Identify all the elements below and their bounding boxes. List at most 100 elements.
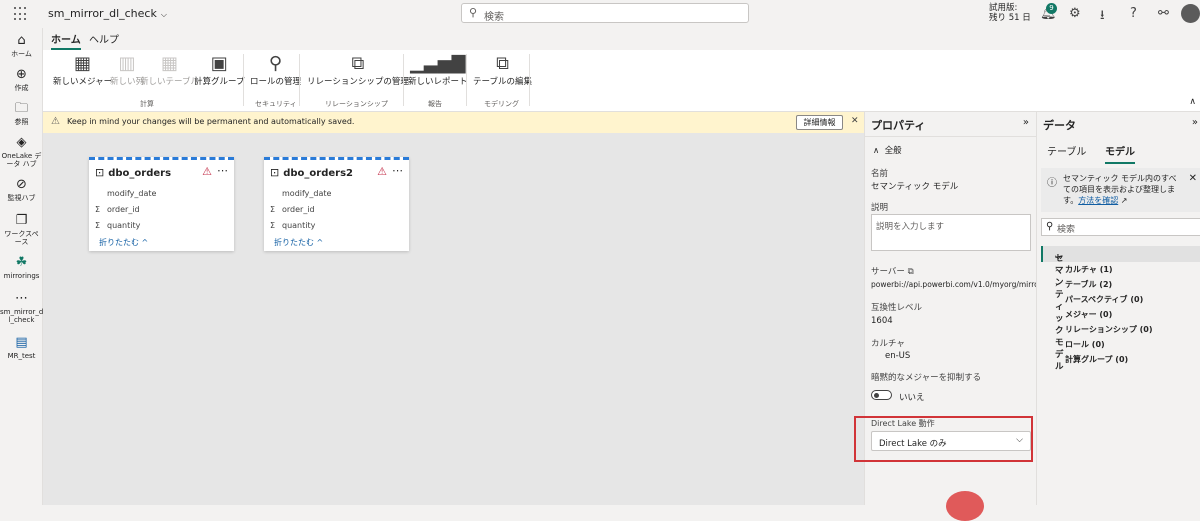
app-launcher-icon[interactable] [14, 7, 28, 21]
manage-relationships-button[interactable]: ⧉ リレーションシップの管理 [307, 53, 409, 87]
workspace-item-title[interactable]: sm_mirror_dl_check ⌵ [48, 7, 167, 20]
properties-title: プロパティ [871, 119, 926, 132]
ribbon-divider [243, 54, 244, 106]
copy-icon[interactable]: ⧉ [908, 267, 914, 277]
field-row[interactable]: Σquantity [95, 221, 140, 230]
app-title-text: sm_mirror_dl_check [48, 7, 157, 20]
table-card-dbo-orders[interactable]: ⊡ dbo_orders ⚠ ⋯ modify_date Σorder_id Σq… [89, 157, 234, 251]
tree-item-tables[interactable]: › テーブル (2) [1055, 279, 1112, 290]
relationship-icon: ⧉ [351, 53, 365, 74]
table-name: dbo_orders2 [283, 168, 353, 179]
close-icon[interactable]: ✕ [851, 116, 859, 126]
avatar[interactable] [1181, 4, 1200, 23]
nav-item-semantic-model[interactable]: ⋯ sm_mirror_d l_check [0, 292, 43, 325]
tab-help[interactable]: ヘルプ [89, 31, 119, 46]
ribbon-divider [299, 54, 300, 106]
tab-home[interactable]: ホーム [51, 31, 81, 50]
ribbon-divider [529, 54, 530, 106]
field-row[interactable]: Σquantity [270, 221, 315, 230]
nav-item-monitor[interactable]: ⊘ 監視ハブ [0, 177, 43, 203]
field-name: order_id [282, 205, 315, 214]
share-icon[interactable]: ⚯ [1158, 6, 1169, 21]
sigma-icon: Σ [270, 205, 276, 214]
model-canvas[interactable]: ⊡ dbo_orders ⚠ ⋯ modify_date Σorder_id Σq… [43, 133, 864, 505]
search-input[interactable]: ⚲ 検索 [461, 3, 749, 23]
tree-item-cultures[interactable]: › カルチャ (1) [1055, 264, 1113, 275]
nav-label: 作成 [14, 84, 29, 92]
search-placeholder: 検索 [484, 12, 504, 23]
create-icon: ⊕ [16, 67, 27, 82]
edit-tables-button[interactable]: ⧉ テーブルの編集 [473, 53, 532, 87]
expand-pane-icon[interactable]: » [1192, 117, 1198, 128]
tree-item-label: カルチャ (1) [1065, 265, 1113, 274]
table-icon: ⊡ [270, 166, 280, 179]
sigma-icon: Σ [270, 221, 276, 230]
collapse-ribbon-icon[interactable]: ∧ [1189, 97, 1196, 107]
learn-more-link[interactable]: 方法を確認 [1078, 196, 1118, 205]
tree-item-calc-groups[interactable]: 計算グループ (0) [1065, 354, 1128, 365]
tree-item-roles[interactable]: ロール (0) [1065, 339, 1105, 350]
calc-group-button[interactable]: ▣ 計算グループ [194, 53, 245, 87]
table-name: dbo_orders [108, 168, 172, 179]
tree-item-measures[interactable]: メジャー (0) [1065, 309, 1112, 320]
expand-pane-icon[interactable]: » [1023, 117, 1029, 128]
tree-root-semantic-model[interactable]: ⌵ セマンティック モデル [1041, 246, 1200, 372]
workspace-icon: ❐ [15, 213, 28, 228]
warning-banner: ⚠ Keep in mind your changes will be perm… [43, 112, 864, 133]
field-row[interactable]: modify_date [270, 189, 331, 198]
data-search-input[interactable]: ⚲ 検索 [1041, 218, 1200, 236]
external-link-icon: ↗ [1118, 196, 1128, 205]
collapse-link[interactable]: 折りたたむ ^ [274, 237, 323, 248]
nav-item-onelake[interactable]: ◈ OneLake デ ータ ハブ [0, 135, 43, 169]
tree-item-label: テーブル (2) [1065, 280, 1113, 289]
description-label: 説明 [871, 203, 889, 213]
nav-item-create[interactable]: ⊕ 作成 [0, 67, 43, 93]
trial-status[interactable]: 試用版: 残り 51 日 [989, 3, 1031, 23]
group-label-relationships: リレーションシップ [325, 100, 388, 108]
onelake-icon: ◈ [16, 135, 27, 150]
gear-icon[interactable]: ⚙ [1069, 6, 1081, 21]
close-icon[interactable]: ✕ [1189, 173, 1197, 184]
highlight-box [854, 416, 1033, 462]
field-row[interactable]: modify_date [95, 189, 156, 198]
implicit-measures-toggle[interactable] [871, 390, 892, 400]
tab-model[interactable]: モデル [1105, 143, 1135, 164]
mirrorings-icon: ☘ [15, 255, 28, 270]
new-measure-button[interactable]: ▦ 新しいメジャー [53, 53, 112, 87]
nav-item-browse[interactable]: 🗀 参照 [0, 101, 43, 127]
description-field[interactable]: 説明を入力します [871, 214, 1031, 251]
nav-item-report[interactable]: ▤ MR_test [0, 335, 43, 361]
search-placeholder: 検索 [1057, 225, 1076, 235]
new-table-button[interactable]: ▦ 新しいテーブル [140, 53, 199, 87]
section-general[interactable]: ∧ 全般 [873, 144, 902, 156]
table-icon: ⊡ [95, 166, 105, 179]
tab-tables[interactable]: テーブル [1047, 143, 1086, 158]
nav-item-home[interactable]: ⌂ ホーム [0, 34, 43, 59]
download-icon[interactable]: ⭳ [1100, 6, 1105, 28]
implicit-measures-label: 暗黙的なメジャーを抑制する [871, 373, 982, 383]
manage-roles-button[interactable]: ⚲ ロールの管理 [250, 53, 301, 87]
new-report-button[interactable]: ▁▃▅▇ 新しいレポート [408, 53, 468, 87]
help-icon[interactable]: ? [1130, 6, 1137, 21]
browse-icon: 🗀 [14, 101, 28, 116]
nav-item-mirrorings[interactable]: ☘ mirrorings [0, 255, 43, 281]
collapse-link[interactable]: 折りたたむ ^ [99, 237, 148, 248]
more-options-icon[interactable]: ⋯ [217, 164, 228, 177]
data-pane: データ » テーブル モデル ⓘ セマンティック モデル内のすべての項目を表示お… [1036, 112, 1200, 505]
warning-icon[interactable]: ⚠ [202, 165, 212, 178]
new-column-button[interactable]: ▥ 新しい列 [110, 53, 144, 87]
report-icon: ▤ [15, 335, 28, 350]
role-icon: ⚲ [268, 53, 283, 74]
ribbon-divider [403, 54, 404, 106]
tree-item-relationships[interactable]: リレーションシップ (0) [1065, 324, 1153, 335]
field-row[interactable]: Σorder_id [270, 205, 315, 214]
info-text: セマンティック モデル内のすべての項目を表示および整理します。方法を確認 ↗ [1063, 173, 1183, 206]
details-button[interactable]: 詳細情報 [796, 115, 843, 130]
table-card-dbo-orders2[interactable]: ⊡ dbo_orders2 ⚠ ⋯ modify_date Σorder_id Σ… [264, 157, 409, 251]
monitor-icon: ⊘ [16, 177, 27, 192]
tree-item-perspectives[interactable]: パースペクティブ (0) [1065, 294, 1143, 305]
field-row[interactable]: Σorder_id [95, 205, 140, 214]
more-options-icon[interactable]: ⋯ [392, 164, 403, 177]
warning-icon[interactable]: ⚠ [377, 165, 387, 178]
nav-item-workspaces[interactable]: ❐ ワークスペ ース [0, 213, 43, 247]
